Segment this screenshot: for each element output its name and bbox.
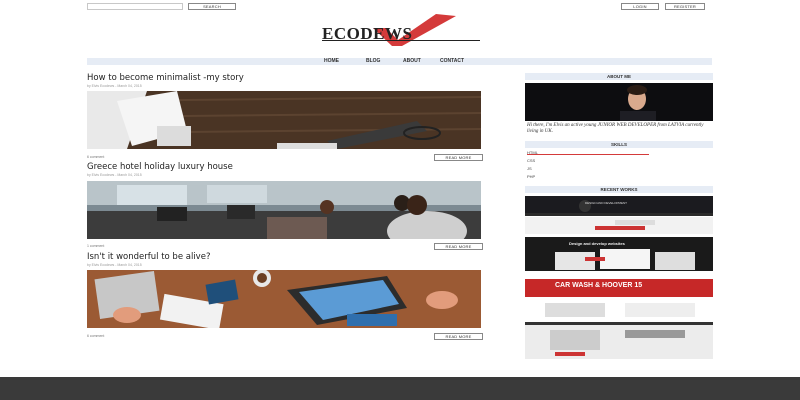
post-meta: by Elvis Ecodews - March 04, 2015 <box>87 263 142 267</box>
skill-label: JS <box>527 166 532 171</box>
post-meta: by Elvis Ecodews - March 04, 2015 <box>87 173 142 177</box>
search-input[interactable] <box>87 3 183 10</box>
recent-work-thumbnail[interactable]: DESIGN AND DEVELOPMENT <box>525 196 713 216</box>
main-nav: HOME BLOG ABOUT CONTACT <box>87 58 712 65</box>
nav-home[interactable]: HOME <box>324 58 339 65</box>
recent-work-thumbnail[interactable] <box>525 322 713 359</box>
post-title[interactable]: Isn't it wonderful to be alive? <box>87 252 210 262</box>
search-button[interactable]: SEARCH <box>188 3 236 10</box>
nav-contact[interactable]: CONTACT <box>440 58 464 65</box>
post-comments[interactable]: 1 comment <box>87 244 104 248</box>
recent-work-thumbnail[interactable]: CAR WASH & HOOVER 15 <box>525 279 713 320</box>
read-more-button[interactable]: READ MORE <box>434 333 483 340</box>
about-heading: ABOUT ME <box>525 73 713 80</box>
recent-work-thumbnail[interactable]: Design and develop websites <box>525 237 713 271</box>
post-title[interactable]: Greece hotel holiday luxury house <box>87 162 233 172</box>
skill-bar <box>527 154 649 156</box>
work-caption: CAR WASH & HOOVER 15 <box>555 282 643 289</box>
office-photo <box>87 181 481 239</box>
read-more-button[interactable]: READ MORE <box>434 243 483 250</box>
post-image[interactable] <box>87 91 481 149</box>
recent-work-thumbnail[interactable] <box>525 217 713 234</box>
skill-label: PHP <box>527 174 536 179</box>
login-button[interactable]: LOGIN <box>621 3 659 10</box>
footer <box>0 377 800 400</box>
nav-blog[interactable]: BLOG <box>366 58 380 65</box>
about-photo <box>525 83 713 121</box>
work-image <box>525 322 713 359</box>
post-title[interactable]: How to become minimalist -my story <box>87 73 244 83</box>
post-image[interactable] <box>87 181 481 239</box>
about-text: Hi there, I'm Elvis an active young JUNI… <box>527 123 704 134</box>
post-comments[interactable]: 6 comment <box>87 334 104 338</box>
post-meta: by Elvis Ecodews - March 04, 2015 <box>87 84 142 88</box>
skill-label: CSS <box>527 158 536 163</box>
logo-text: ECODEWS <box>322 24 413 43</box>
site-logo[interactable]: ECODEWS <box>318 14 483 46</box>
work-image <box>525 196 713 216</box>
workspace-illustration <box>87 270 481 328</box>
register-button[interactable]: REGISTER <box>665 3 705 10</box>
nav-about[interactable]: ABOUT <box>403 58 421 65</box>
post-image[interactable] <box>87 270 481 328</box>
profile-photo <box>525 83 713 121</box>
desk-photo <box>87 91 481 149</box>
post-comments[interactable]: 6 comment <box>87 155 104 159</box>
skills-heading: SKILLS <box>525 141 713 148</box>
recent-works-heading: RECENT WORKS <box>525 186 713 193</box>
work-caption: Design and develop websites <box>569 241 625 246</box>
logo-underline <box>322 40 480 41</box>
work-image <box>525 217 713 234</box>
work-caption: DESIGN AND DEVELOPMENT <box>585 201 628 205</box>
read-more-button[interactable]: READ MORE <box>434 154 483 161</box>
